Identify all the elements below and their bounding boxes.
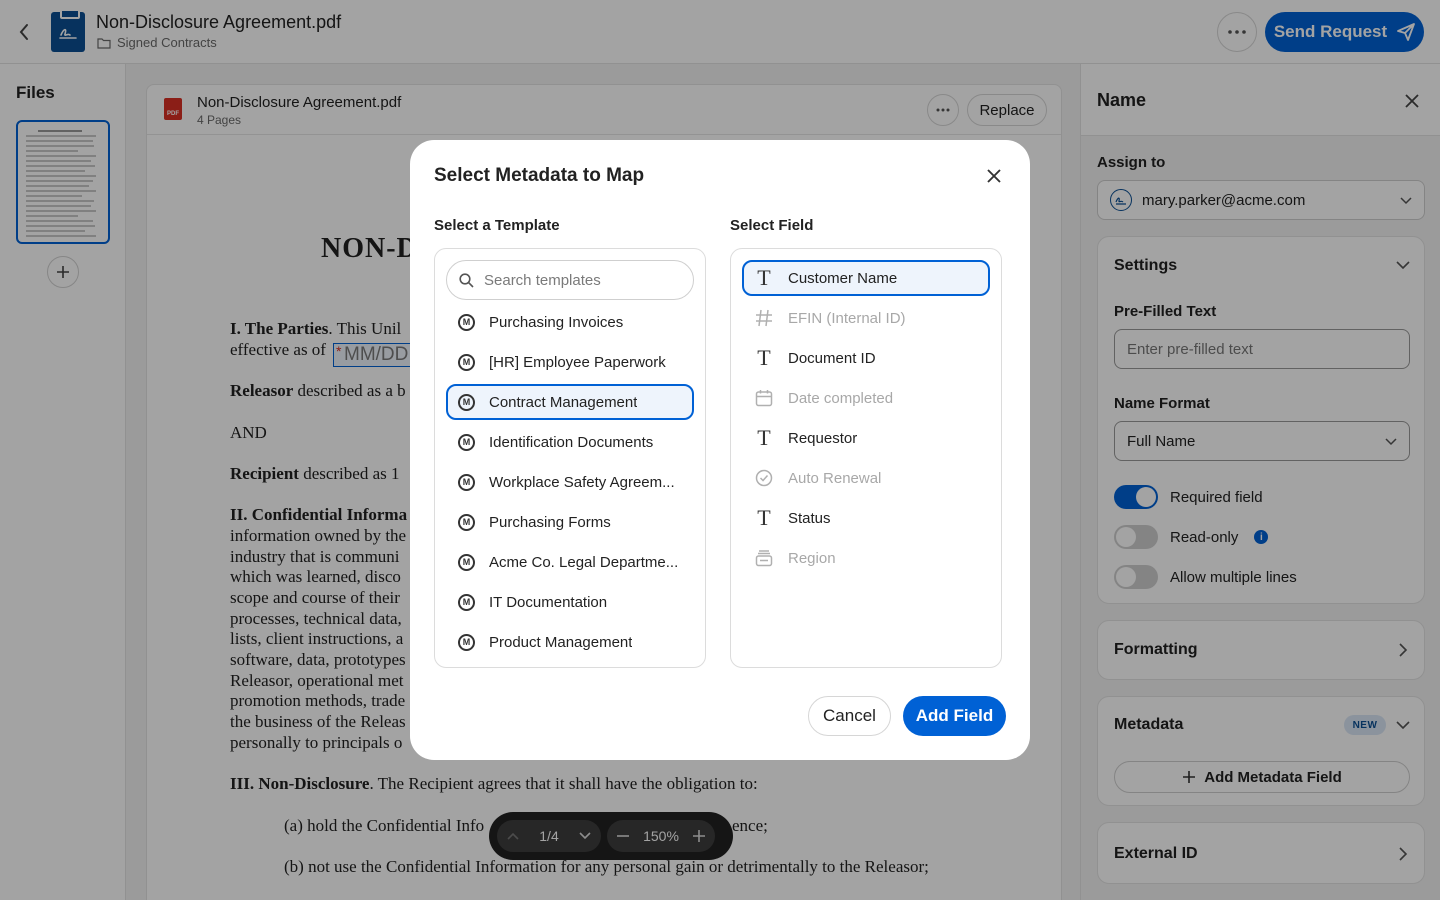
metadata-template-icon: M [458, 513, 475, 531]
checkmark-circle-icon [754, 468, 774, 488]
template-item-it-documentation[interactable]: M IT Documentation [446, 584, 694, 620]
metadata-template-icon: M [458, 553, 475, 571]
field-item-date-completed: Date completed [742, 380, 990, 416]
text-type-icon: T [757, 425, 771, 450]
template-label: Product Management [489, 633, 633, 651]
text-type-icon: T [757, 505, 771, 530]
template-label: Contract Management [489, 393, 638, 411]
select-metadata-modal: Select Metadata to Map Select a Template… [410, 140, 1030, 760]
field-label: Document ID [788, 349, 876, 367]
number-hash-icon [754, 308, 774, 328]
template-label: IT Documentation [489, 593, 608, 611]
template-item-contract-management[interactable]: M Contract Management [446, 384, 694, 420]
field-item-auto-renewal: Auto Renewal [742, 460, 990, 496]
search-icon [459, 272, 474, 288]
metadata-template-icon: M [458, 473, 475, 491]
template-item-acme-legal[interactable]: M Acme Co. Legal Departme... [446, 544, 694, 580]
field-item-customer-name[interactable]: T Customer Name [742, 260, 990, 296]
template-item-purchasing-invoices[interactable]: M Purchasing Invoices [446, 304, 694, 340]
field-item-document-id[interactable]: T Document ID [742, 340, 990, 376]
field-item-status[interactable]: T Status [742, 500, 990, 536]
template-list: M Purchasing Invoices M [HR] Employee Pa… [434, 248, 706, 668]
text-type-icon: T [757, 345, 771, 370]
template-item-product-management[interactable]: M Product Management [446, 624, 694, 660]
template-label: Workplace Safety Agreem... [489, 473, 675, 491]
metadata-template-icon: M [458, 393, 475, 411]
modal-title: Select Metadata to Map [434, 165, 645, 186]
field-label: Status [788, 509, 831, 527]
field-label: Requestor [788, 429, 858, 447]
template-label: Purchasing Forms [489, 513, 611, 531]
metadata-template-icon: M [458, 633, 475, 651]
template-item-hr-employee-paperwork[interactable]: M [HR] Employee Paperwork [446, 344, 694, 380]
field-label: Auto Renewal [788, 469, 882, 487]
field-item-region: Region [742, 540, 990, 576]
close-modal-button[interactable] [982, 164, 1006, 188]
template-label: Acme Co. Legal Departme... [489, 553, 679, 571]
text-type-icon: T [757, 265, 771, 290]
dropdown-list-icon [754, 548, 774, 568]
field-list: T Customer Name EFIN (Internal ID) T Doc… [730, 248, 1002, 668]
template-label: Purchasing Invoices [489, 313, 624, 331]
calendar-icon [754, 388, 774, 408]
metadata-template-icon: M [458, 313, 475, 331]
field-label: EFIN (Internal ID) [788, 309, 906, 327]
field-item-efin: EFIN (Internal ID) [742, 300, 990, 336]
template-label: [HR] Employee Paperwork [489, 353, 666, 371]
field-label: Region [788, 549, 836, 567]
template-search[interactable] [446, 260, 694, 300]
field-label: Customer Name [788, 269, 898, 287]
field-item-requestor[interactable]: T Requestor [742, 420, 990, 456]
add-field-button[interactable]: Add Field [903, 696, 1006, 736]
metadata-template-icon: M [458, 353, 475, 371]
template-item-purchasing-forms[interactable]: M Purchasing Forms [446, 504, 694, 540]
metadata-template-icon: M [458, 433, 475, 451]
template-item-identification-documents[interactable]: M Identification Documents [446, 424, 694, 460]
field-label: Date completed [788, 389, 894, 407]
template-label: Identification Documents [489, 433, 654, 451]
select-field-label: Select Field [730, 217, 814, 234]
template-item-workplace-safety[interactable]: M Workplace Safety Agreem... [446, 464, 694, 500]
close-icon [987, 169, 1001, 183]
select-template-label: Select a Template [434, 217, 560, 234]
search-templates-input[interactable] [484, 271, 674, 289]
metadata-template-icon: M [458, 593, 475, 611]
cancel-button[interactable]: Cancel [808, 696, 891, 736]
